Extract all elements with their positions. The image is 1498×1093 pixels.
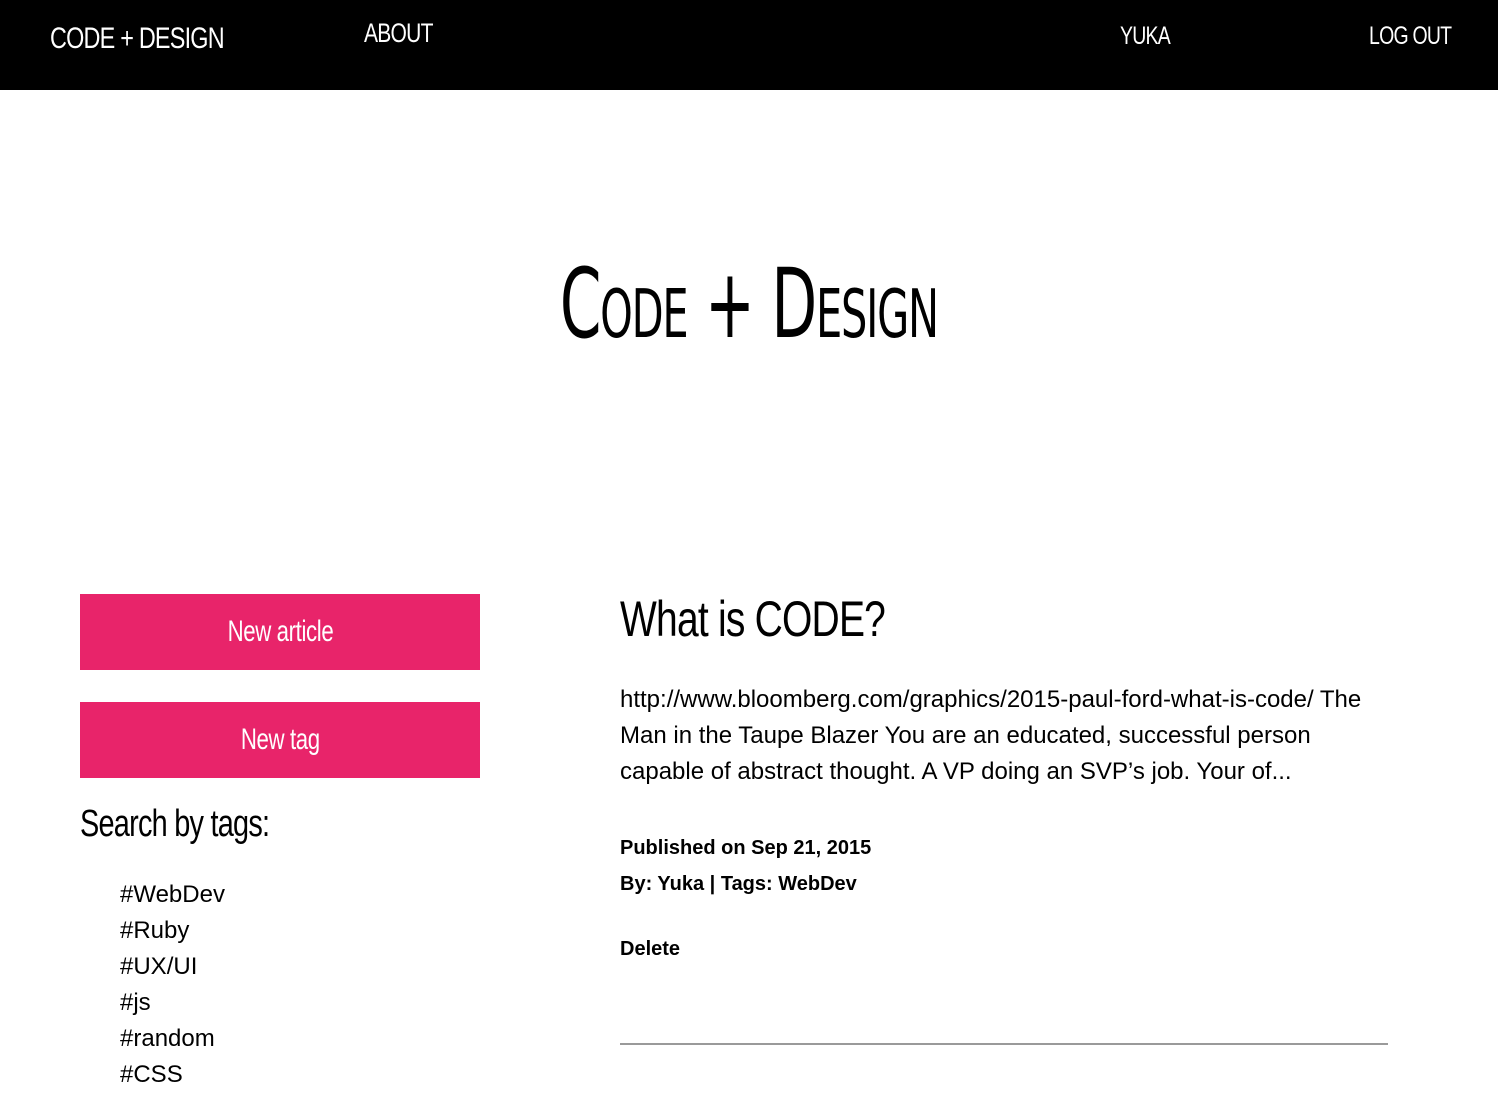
- article-excerpt: http://www.bloomberg.com/graphics/2015-p…: [620, 686, 1362, 785]
- tag-list-item: #WebDev: [120, 877, 225, 913]
- tag-link-random[interactable]: #random: [120, 1025, 215, 1052]
- delete-link[interactable]: Delete: [620, 938, 680, 961]
- tag-link-css[interactable]: #CSS: [120, 1061, 183, 1088]
- tag-list: #WebDev #Ruby #UX/UI #js #random #CSS: [120, 877, 225, 1093]
- about-link[interactable]: ABOUT: [364, 18, 433, 49]
- article-meta: Published on Sep 21, 2015 By: Yuka | Tag…: [620, 830, 1388, 902]
- tag-list-item: #random: [120, 1021, 225, 1057]
- tag-link-ruby[interactable]: #Ruby: [120, 917, 189, 944]
- search-by-tags-heading: Search by tags:: [80, 803, 270, 845]
- tag-link-webdev[interactable]: #WebDev: [120, 881, 225, 908]
- user-link[interactable]: YUKA: [1120, 22, 1171, 51]
- published-date: Published on Sep 21, 2015: [620, 837, 872, 859]
- new-tag-label: New tag: [240, 723, 320, 756]
- article-divider: [620, 1043, 1388, 1045]
- tag-list-item: #Ruby: [120, 913, 225, 949]
- new-tag-button[interactable]: New tag: [80, 702, 480, 778]
- article-card: What is CODE? http://www.bloomberg.com/g…: [620, 590, 1388, 961]
- top-navbar: CODE + DESIGN ABOUT YUKA LOG OUT: [0, 0, 1498, 90]
- tag-link-js[interactable]: #js: [120, 989, 151, 1016]
- article-title[interactable]: What is CODE?: [620, 590, 1219, 660]
- tag-list-item: #CSS: [120, 1057, 225, 1093]
- logout-link[interactable]: LOG OUT: [1369, 22, 1452, 51]
- tag-link-uxui[interactable]: #UX/UI: [120, 953, 197, 980]
- hero-title: Code + Design: [0, 248, 1498, 360]
- hero-title-text: Code + Design: [559, 248, 939, 360]
- article-byline: By: Yuka | Tags: WebDev: [620, 873, 857, 895]
- new-article-button[interactable]: New article: [80, 594, 480, 670]
- tag-list-item: #js: [120, 985, 225, 1021]
- tag-list-item: #UX/UI: [120, 949, 225, 985]
- new-article-label: New article: [227, 615, 333, 648]
- brand-link[interactable]: CODE + DESIGN: [50, 22, 225, 56]
